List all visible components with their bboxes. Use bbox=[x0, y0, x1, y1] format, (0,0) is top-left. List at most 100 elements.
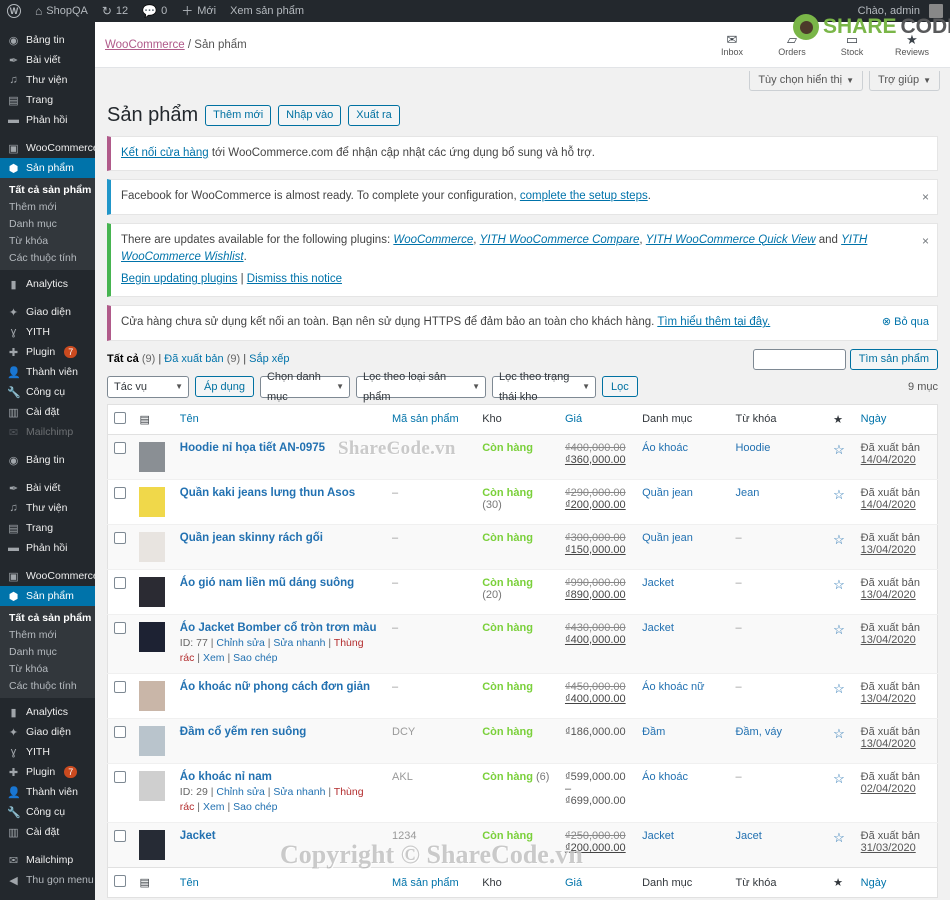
import-button[interactable]: Nhập vào bbox=[278, 105, 342, 126]
date-column-header[interactable]: Ngày bbox=[854, 404, 938, 435]
adminbar-updates[interactable]: ↻ 12 bbox=[95, 0, 135, 22]
product-category-cell[interactable]: Đầm bbox=[636, 717, 730, 764]
sidebar-item-plugins-2[interactable]: ✚ Plugin 7 bbox=[0, 762, 95, 782]
product-category-cell[interactable]: Quần jean bbox=[636, 478, 730, 524]
sidebar-subitem-categories[interactable]: Danh mục bbox=[0, 215, 95, 232]
sidebar-item-media[interactable]: ♫ Thư viện bbox=[0, 70, 95, 90]
apply-button[interactable]: Áp dụng bbox=[195, 376, 254, 397]
row-checkbox[interactable] bbox=[114, 680, 126, 693]
name-column-header[interactable]: Tên bbox=[173, 404, 387, 435]
product-name-cell[interactable]: Áo gió nam liền mũ dáng suông bbox=[173, 568, 387, 614]
sidebar-subitem-attributes[interactable]: Các thuộc tính bbox=[0, 249, 95, 266]
sidebar-subitem-tags-2[interactable]: Từ khóa bbox=[0, 660, 95, 677]
help-button[interactable]: Trợ giúp ▼ bbox=[869, 71, 940, 91]
duplicate-link[interactable]: Sao chép bbox=[233, 801, 277, 813]
tag-link[interactable]: Jean bbox=[735, 487, 759, 499]
adminbar-site-name[interactable]: ⌂ ShopQA bbox=[28, 0, 95, 22]
product-tags-cell[interactable]: Hoodie bbox=[729, 433, 828, 479]
category-link[interactable]: Áo khoác bbox=[642, 442, 688, 454]
view-link[interactable]: Xem bbox=[203, 652, 225, 664]
category-link[interactable]: Áo khoác bbox=[642, 771, 688, 783]
product-featured-cell[interactable]: ☆ bbox=[827, 672, 855, 719]
sidebar-item-settings-2[interactable]: ▥ Cài đặt bbox=[0, 822, 95, 842]
sidebar-item-comments-2[interactable]: ▬ Phản hồi bbox=[0, 538, 95, 558]
sidebar-item-appearance-2[interactable]: ✦ Giao diện bbox=[0, 722, 95, 742]
plugin-link-yith-quickview[interactable]: YITH WooCommerce Quick View bbox=[646, 234, 816, 246]
sku-column-header[interactable]: Mã sản phẩm bbox=[386, 404, 477, 435]
product-featured-cell[interactable]: ☆ bbox=[827, 613, 855, 674]
product-name-link[interactable]: Jacket bbox=[180, 830, 380, 842]
sidebar-item-mailchimp-partial[interactable]: ✉ Mailchimp bbox=[0, 422, 95, 442]
table-row[interactable]: Quần kaki jeans lưng thun Asos – Còn hàng … bbox=[107, 478, 938, 524]
sidebar-subitem-add-new-2[interactable]: Thêm mới bbox=[0, 626, 95, 643]
category-link[interactable]: Jacket bbox=[642, 830, 674, 842]
sidebar-item-tools-2[interactable]: 🔧 Công cụ bbox=[0, 802, 95, 822]
filter-sort[interactable]: Sắp xếp bbox=[249, 353, 289, 365]
row-select-cell[interactable] bbox=[107, 523, 134, 569]
product-category-cell[interactable]: Quần jean bbox=[636, 523, 730, 569]
category-link[interactable]: Jacket bbox=[642, 577, 674, 589]
sidebar-subitem-tags[interactable]: Từ khóa bbox=[0, 232, 95, 249]
stock-status-select[interactable]: Lọc theo trạng thái kho ▼ bbox=[491, 371, 596, 403]
category-link[interactable]: Đầm bbox=[642, 726, 665, 738]
product-type-select[interactable]: Lọc theo loại sản phẩm ▼ bbox=[355, 371, 486, 403]
display-options-button[interactable]: Tùy chọn hiển thị ▼ bbox=[749, 71, 864, 91]
sidebar-subitem-categories-2[interactable]: Danh mục bbox=[0, 643, 95, 660]
search-input[interactable] bbox=[752, 348, 846, 370]
sidebar-item-pages-2[interactable]: ▤ Trang bbox=[0, 518, 95, 538]
featured-column-header[interactable]: ★ bbox=[827, 404, 855, 435]
product-featured-cell[interactable]: ☆ bbox=[827, 478, 855, 524]
sidebar-item-users[interactable]: 👤 Thành viên bbox=[0, 362, 95, 382]
sidebar-item-plugins[interactable]: ✚ Plugin 7 bbox=[0, 342, 95, 362]
star-icon[interactable]: ☆ bbox=[833, 771, 845, 786]
star-icon[interactable]: ☆ bbox=[833, 622, 845, 637]
product-name-link[interactable]: Áo khoác nữ phong cách đơn giản bbox=[180, 681, 380, 693]
category-link[interactable]: Jacket bbox=[642, 622, 674, 634]
row-select-cell[interactable] bbox=[107, 762, 134, 823]
product-category-cell[interactable]: Jacket bbox=[636, 568, 730, 614]
category-link[interactable]: Quần jean bbox=[642, 532, 693, 544]
breadcrumb-woocommerce[interactable]: WooCommerce bbox=[105, 39, 185, 51]
bulk-action-select[interactable]: Tác vụ ▼ bbox=[107, 375, 189, 398]
product-featured-cell[interactable]: ☆ bbox=[827, 717, 855, 764]
sidebar-item-yith-2[interactable]: ɣ YITH bbox=[0, 742, 95, 762]
row-checkbox[interactable] bbox=[114, 531, 126, 544]
product-tags-cell[interactable]: – bbox=[729, 613, 828, 674]
sidebar-item-analytics[interactable]: ▮ Analytics bbox=[0, 274, 95, 294]
plugin-link-woocommerce[interactable]: WooCommerce bbox=[393, 234, 473, 246]
product-tags-cell[interactable]: – bbox=[729, 672, 828, 719]
table-row[interactable]: Áo gió nam liền mũ dáng suông – Còn hàng (… bbox=[107, 568, 938, 614]
product-name-cell[interactable]: Jacket bbox=[173, 822, 387, 868]
row-checkbox[interactable] bbox=[114, 770, 126, 783]
name-column-footer[interactable]: Tên bbox=[173, 867, 387, 899]
sidebar-item-pages[interactable]: ▤ Trang bbox=[0, 90, 95, 110]
row-select-cell[interactable] bbox=[107, 478, 134, 524]
sidebar-item-appearance[interactable]: ✦ Giao diện bbox=[0, 302, 95, 322]
dismiss-icon[interactable]: × bbox=[922, 232, 929, 250]
sidebar-item-media-2[interactable]: ♫ Thư viện bbox=[0, 498, 95, 518]
product-tags-cell[interactable]: Jean bbox=[729, 478, 828, 524]
product-tags-cell[interactable]: Jacet bbox=[729, 822, 828, 868]
sidebar-item-products-2[interactable]: ⬢ Sản phẩm bbox=[0, 586, 102, 606]
activity-inbox[interactable]: ✉ Inbox bbox=[710, 32, 754, 57]
complete-setup-link[interactable]: complete the setup steps bbox=[520, 190, 648, 202]
row-select-cell[interactable] bbox=[107, 822, 134, 868]
row-checkbox[interactable] bbox=[114, 486, 126, 499]
search-submit-button[interactable]: Tìm sản phẩm bbox=[849, 348, 938, 370]
export-button[interactable]: Xuất ra bbox=[348, 105, 400, 126]
product-featured-cell[interactable]: ☆ bbox=[827, 523, 855, 569]
sidebar-item-users-2[interactable]: 👤 Thành viên bbox=[0, 782, 95, 802]
select-all-header[interactable] bbox=[107, 404, 134, 435]
row-checkbox[interactable] bbox=[114, 441, 126, 454]
sidebar-item-mailchimp[interactable]: ✉ Mailchimp bbox=[0, 850, 95, 870]
filter-button[interactable]: Lọc bbox=[601, 376, 638, 397]
connect-store-link[interactable]: Kết nối cửa hàng bbox=[121, 147, 209, 159]
star-icon[interactable]: ☆ bbox=[833, 487, 845, 502]
product-category-cell[interactable]: Áo khoác bbox=[636, 762, 730, 823]
sidebar-item-analytics-2[interactable]: ▮ Analytics bbox=[0, 702, 95, 722]
product-name-link[interactable]: Quần kaki jeans lưng thun Asos bbox=[180, 487, 380, 499]
row-checkbox[interactable] bbox=[114, 830, 126, 843]
star-icon[interactable]: ☆ bbox=[833, 442, 845, 457]
edit-link[interactable]: Chỉnh sửa bbox=[216, 637, 264, 649]
row-checkbox[interactable] bbox=[114, 725, 126, 738]
